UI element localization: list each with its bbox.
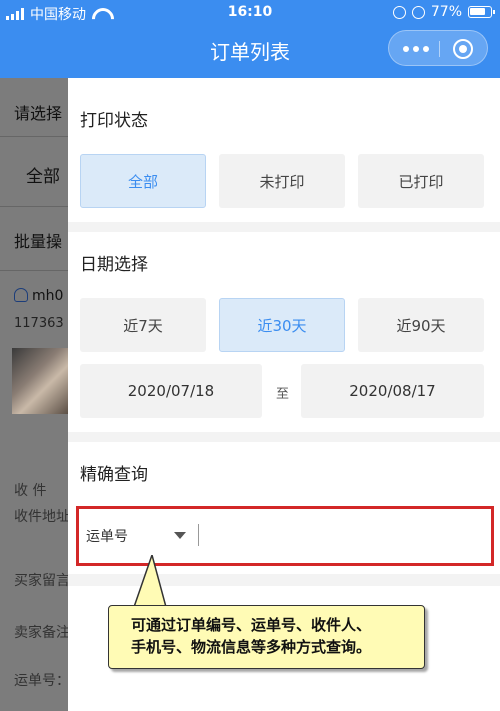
print-option-unprinted[interactable]: 未打印: [219, 154, 345, 208]
background-page: 请选择 全部 批量操 mh0 117363 收 件 收件地址 买家留言 卖家备注…: [0, 78, 68, 711]
product-thumbnail: [12, 348, 68, 414]
bg-tracking: 运单号：: [14, 673, 68, 689]
print-status-title: 打印状态: [80, 111, 148, 131]
date-range-separator: 至: [276, 387, 290, 402]
end-date-picker[interactable]: 2020/08/17: [301, 364, 484, 418]
bg-seller-note: 卖家备注: [14, 625, 68, 641]
date-option-90days[interactable]: 近90天: [358, 298, 484, 352]
callout-pointer: [133, 555, 167, 607]
filter-label: 请选择: [14, 104, 63, 123]
orientation-lock-icon: [392, 5, 406, 19]
more-icon[interactable]: [403, 46, 429, 52]
status-bar: 中国移动 16:10 77%: [0, 0, 500, 26]
print-option-all[interactable]: 全部: [80, 154, 206, 208]
bg-receiver: 收 件: [14, 483, 47, 499]
print-option-printed[interactable]: 已打印: [358, 154, 484, 208]
date-option-7days[interactable]: 近7天: [80, 298, 206, 352]
date-select-title: 日期选择: [80, 255, 148, 275]
bg-address: 收件地址: [14, 509, 68, 525]
user-icon: [14, 288, 28, 302]
precise-query-title: 精确查询: [80, 465, 148, 485]
callout-note: 可通过订单编号、运单号、收件人、 手机号、物流信息等多种方式查询。: [108, 605, 425, 669]
start-date-picker[interactable]: 2020/07/18: [80, 364, 262, 418]
alarm-icon: [411, 5, 425, 19]
bg-buyer-msg: 买家留言: [14, 573, 68, 589]
mini-program-capsule: [388, 30, 488, 66]
battery-percent: 77%: [430, 4, 462, 20]
date-option-30days[interactable]: 近30天: [219, 298, 345, 352]
battery-icon: [468, 6, 495, 18]
bg-user: mh0: [14, 288, 63, 304]
top-bar: 中国移动 16:10 77% 订单列表: [0, 0, 500, 78]
close-mini-program-icon[interactable]: [453, 39, 473, 59]
batch-label: 批量操: [14, 232, 63, 251]
callout-line-1: 可通过订单编号、运单号、收件人、: [131, 616, 372, 634]
bg-tab-all: 全部: [26, 167, 60, 187]
callout-line-2: 手机号、物流信息等多种方式查询。: [131, 638, 372, 656]
bg-order-no: 117363: [14, 316, 64, 331]
